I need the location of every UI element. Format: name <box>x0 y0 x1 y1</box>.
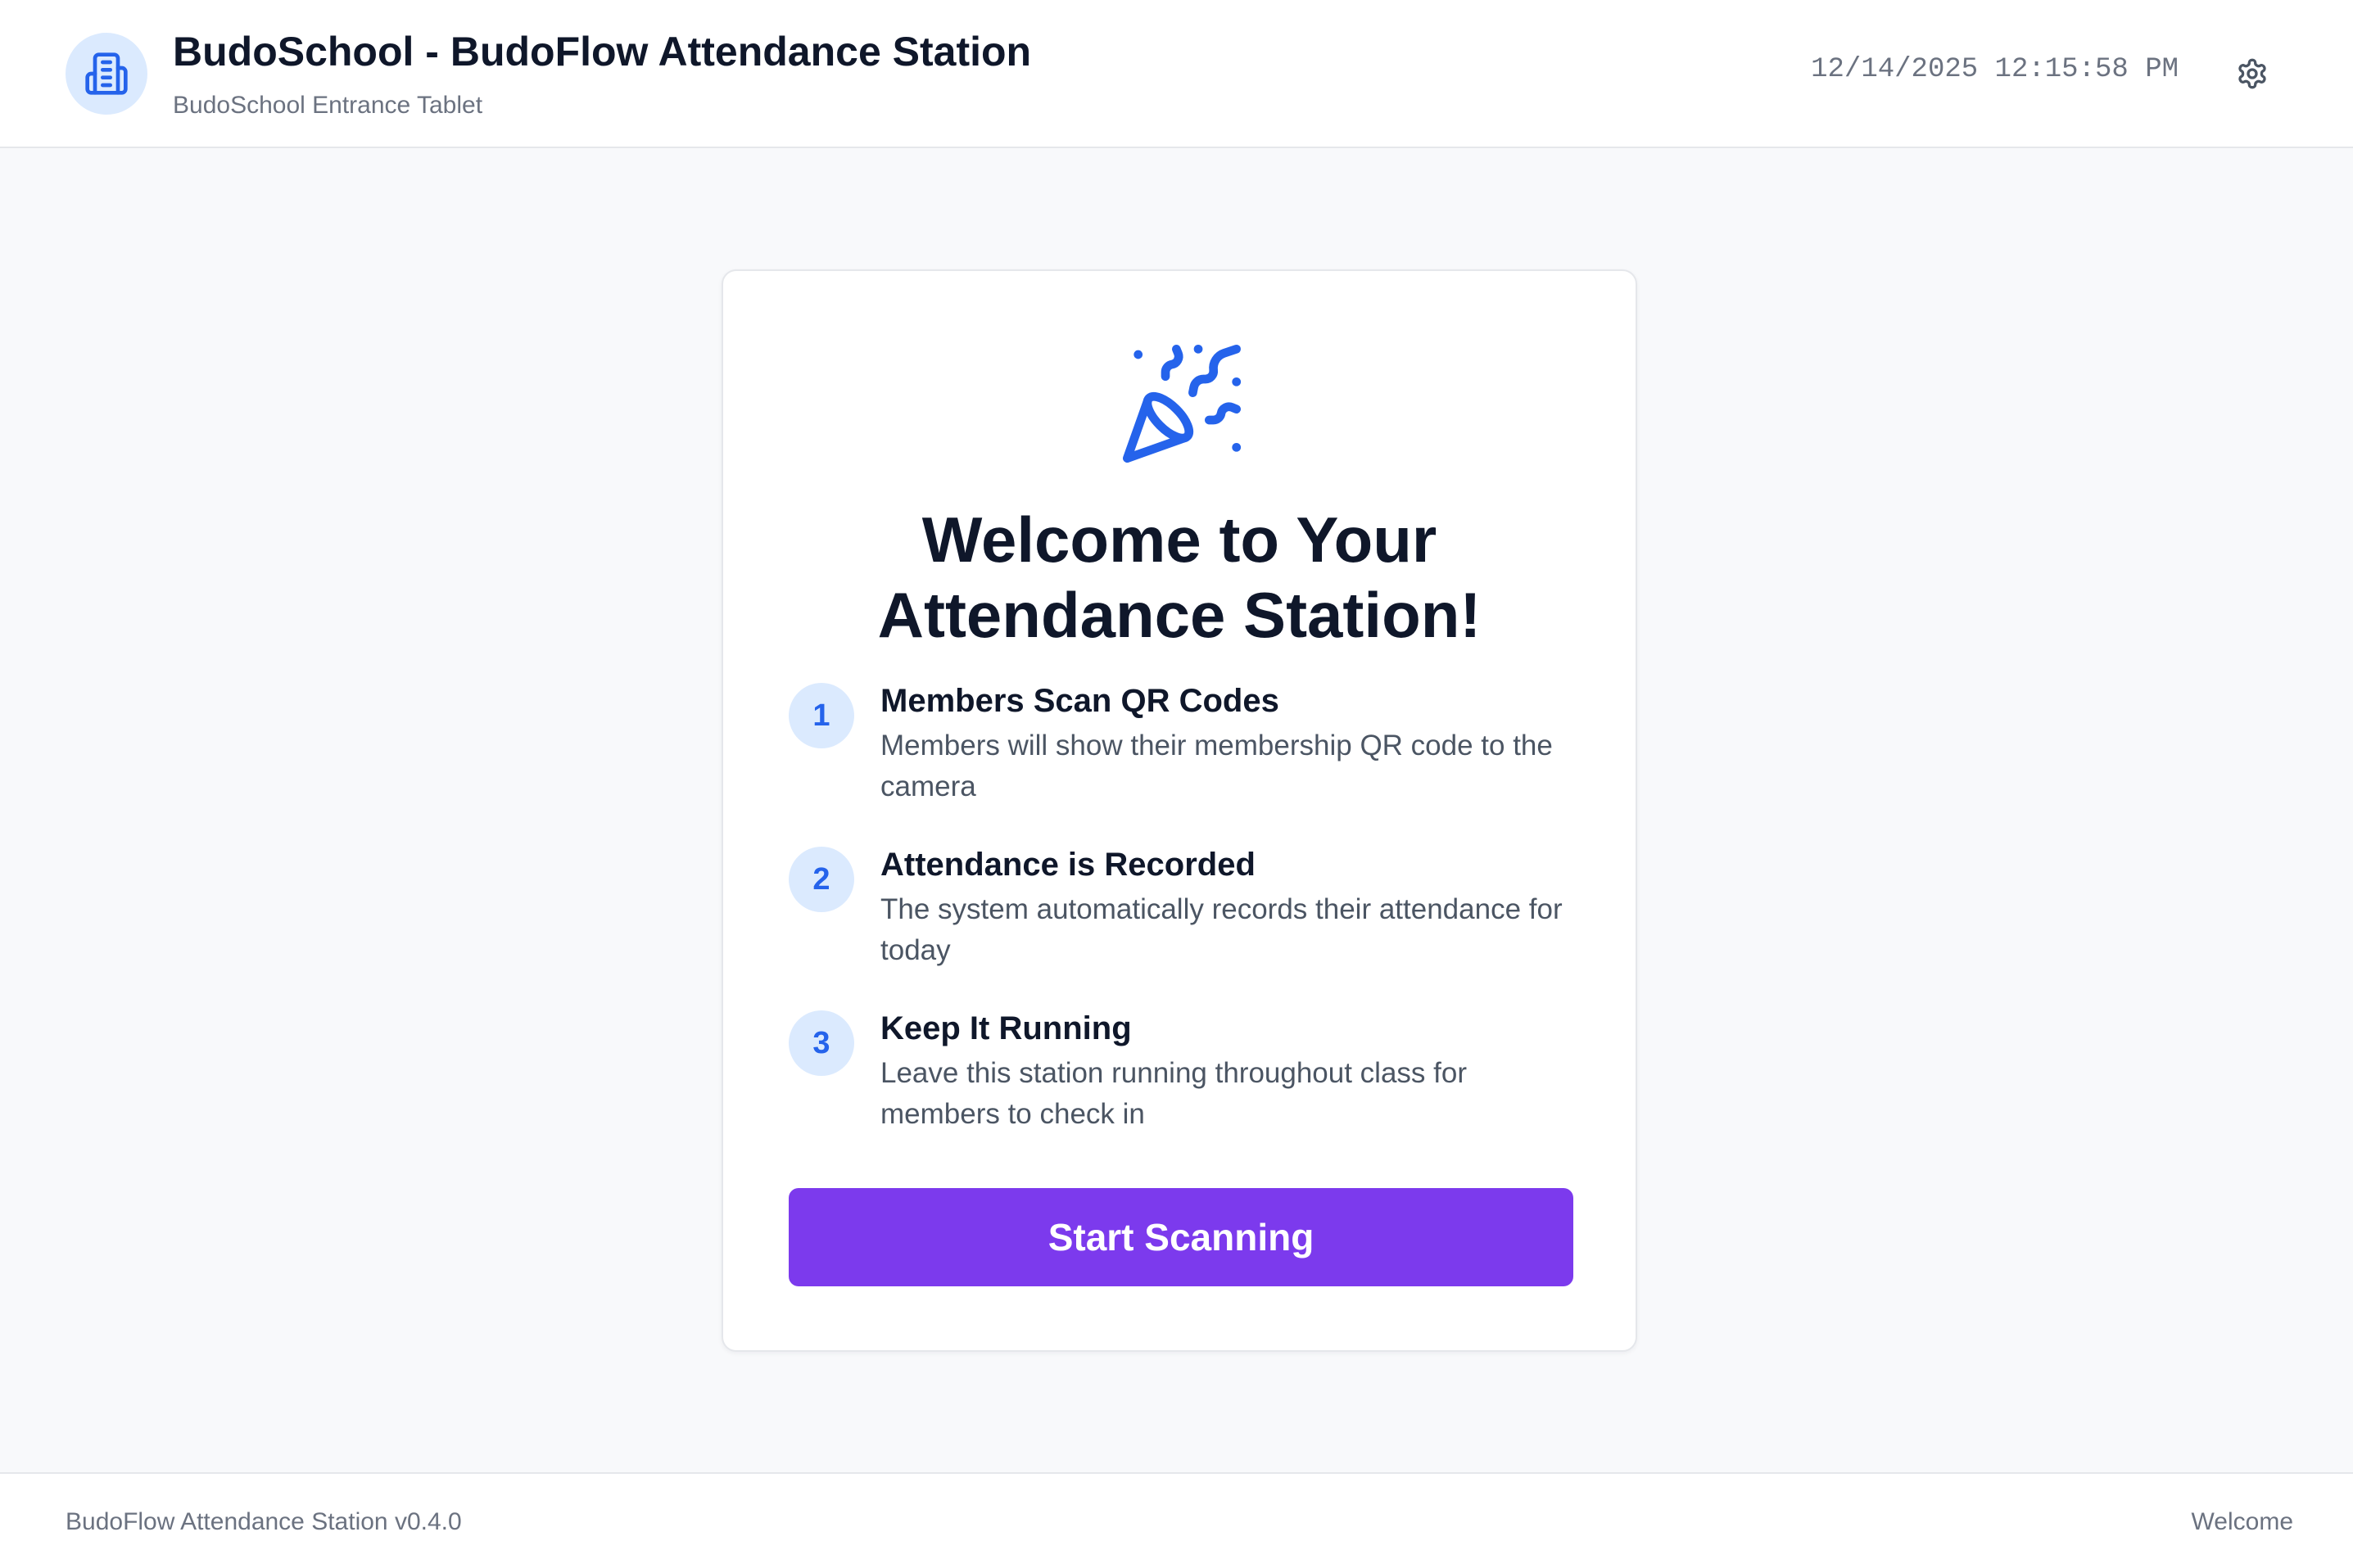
step-description: Members will show their membership QR co… <box>880 730 1553 802</box>
app-header: BudoSchool - BudoFlow Attendance Station… <box>0 0 2353 148</box>
step-number-badge: 2 <box>789 847 854 912</box>
app-footer: BudoFlow Attendance Station v0.4.0 Welco… <box>0 1472 2353 1568</box>
gear-icon <box>2238 58 2266 89</box>
building-icon <box>85 52 128 95</box>
step-number-badge: 3 <box>789 1010 854 1076</box>
settings-button[interactable] <box>2234 56 2270 92</box>
welcome-heading-line1: Welcome to Your <box>921 504 1437 576</box>
logo-badge <box>66 33 147 115</box>
step-title: Attendance is Recorded <box>880 847 1256 883</box>
welcome-heading-line2: Attendance Station! <box>877 579 1482 651</box>
current-datetime: 12/14/2025 12:15:58 PM <box>1811 54 2179 85</box>
welcome-heading: Welcome to Your Attendance Station! <box>723 502 1636 653</box>
welcome-card: Welcome to Your Attendance Station! 1 Me… <box>722 269 1637 1352</box>
step-title: Members Scan QR Codes <box>880 683 1279 719</box>
start-scanning-button[interactable]: Start Scanning <box>789 1188 1573 1286</box>
step-description: Leave this station running throughout cl… <box>880 1057 1467 1130</box>
app-version: BudoFlow Attendance Station v0.4.0 <box>66 1508 462 1535</box>
step-description: The system automatically records their a… <box>880 893 1563 966</box>
screen-status: Welcome <box>2191 1508 2293 1535</box>
step-title: Keep It Running <box>880 1010 1132 1046</box>
app-title: BudoSchool - BudoFlow Attendance Station <box>173 29 1032 75</box>
step-number-badge: 1 <box>789 683 854 748</box>
party-popper-icon <box>1123 345 1242 463</box>
device-name: BudoSchool Entrance Tablet <box>173 92 483 119</box>
